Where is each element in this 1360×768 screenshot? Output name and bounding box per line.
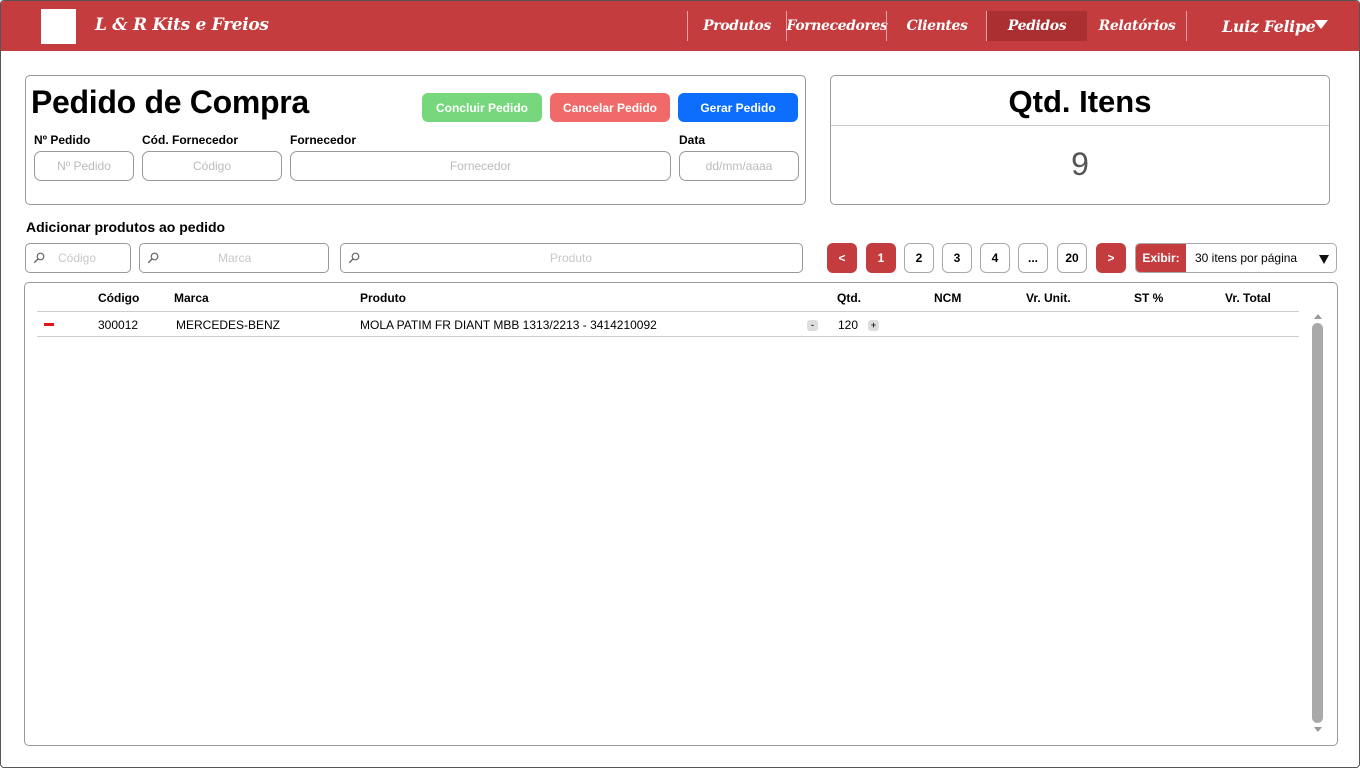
page-button-2[interactable]: 2 [904,243,934,273]
user-menu[interactable]: Luiz Felipe [1188,11,1338,41]
app-window: L & R Kits e Freios Produtos Fornecedore… [0,0,1360,768]
col-header-qty: Qtd. [837,291,861,305]
nav-clientes[interactable]: Clientes [887,11,987,41]
code-search-input[interactable]: Código [25,243,131,273]
col-header-ncm: NCM [934,291,962,305]
col-header-code: Código [98,291,140,305]
supplier-label: Fornecedor [290,133,357,147]
col-header-product: Produto [360,291,406,305]
col-header-st: ST % [1134,291,1164,305]
top-navbar: L & R Kits e Freios Produtos Fornecedore… [1,1,1359,51]
item-count-value: 9 [1071,146,1089,182]
table-scrollbar[interactable] [1311,313,1324,734]
order-number-field[interactable]: Nº Pedido [34,151,134,181]
user-name: Luiz Felipe [1222,16,1316,36]
supplier-code-field[interactable]: Código [142,151,282,181]
brand-name[interactable]: L & R Kits e Freios [95,15,269,35]
brand-search-input[interactable]: Marca [139,243,329,273]
cell-qty[interactable]: 120 [838,318,858,332]
order-items-table: Código Marca Produto Qtd. NCM Vr. Unit. … [24,282,1338,746]
caret-down-icon [1319,255,1329,264]
increase-qty-button[interactable]: + [868,320,879,331]
brand-search-placeholder: Marca [218,251,252,265]
prev-page-button[interactable]: < [827,243,857,273]
remove-item-icon[interactable] [44,323,54,326]
add-products-title: Adicionar produtos ao pedido [26,219,226,235]
col-header-total: Vr. Total [1225,291,1271,305]
order-number-label: Nº Pedido [34,133,91,147]
chevron-down-icon [1314,20,1328,29]
cancel-order-button[interactable]: Cancelar Pedido [550,93,670,122]
next-page-button[interactable]: > [1096,243,1126,273]
supplier-code-label: Cód. Fornecedor [142,133,239,147]
items-per-page-label: Exibir: [1136,244,1186,272]
search-icon [147,252,159,264]
page-button-1[interactable]: 1 [866,243,896,273]
cell-product: MOLA PATIM FR DIANT MBB 1313/2213 - 3414… [360,318,657,332]
page-button-3[interactable]: 3 [942,243,972,273]
code-search-placeholder: Código [58,251,97,265]
nav-fornecedores[interactable]: Fornecedores [787,11,888,41]
search-icon [33,252,45,264]
item-count-title: Qtd. Itens [1008,84,1152,119]
scroll-down-arrow-icon[interactable] [1314,727,1322,732]
page-title: Pedido de Compra [31,84,309,120]
page-button-4[interactable]: 4 [980,243,1010,273]
page-ellipsis: ... [1018,243,1048,273]
date-label: Data [679,133,706,147]
product-search-placeholder: Produto [550,251,593,265]
nav-pedidos[interactable]: Pedidos [987,11,1087,41]
conclude-order-button[interactable]: Concluir Pedido [422,93,542,122]
divider [831,125,1329,126]
scrollbar-thumb[interactable] [1312,323,1323,723]
row-divider [37,336,1299,337]
cell-code: 300012 [98,318,139,332]
col-header-brand: Marca [174,291,209,305]
items-per-page-select[interactable]: Exibir: 30 itens por página [1135,243,1337,273]
product-search-input[interactable]: Produto [340,243,803,273]
date-field[interactable]: dd/mm/aaaa [679,151,799,181]
header-divider [37,311,1299,312]
items-per-page-value: 30 itens por página [1195,251,1298,265]
scroll-up-arrow-icon[interactable] [1314,314,1322,319]
page-button-20[interactable]: 20 [1057,243,1087,273]
logo[interactable] [41,9,76,44]
item-count-panel: Qtd. Itens 9 [830,75,1330,205]
order-panel: Pedido de Compra Concluir Pedido Cancela… [25,75,806,205]
nav-relatorios[interactable]: Relatórios [1087,11,1187,41]
search-icon [348,252,360,264]
nav-produtos[interactable]: Produtos [687,11,787,41]
generate-order-button[interactable]: Gerar Pedido [678,93,798,122]
col-header-unit-price: Vr. Unit. [1026,291,1071,305]
cell-brand: MERCEDES-BENZ [176,318,281,332]
nav-separator [1186,11,1187,41]
supplier-field[interactable]: Fornecedor [290,151,671,181]
decrease-qty-button[interactable]: - [807,320,818,331]
